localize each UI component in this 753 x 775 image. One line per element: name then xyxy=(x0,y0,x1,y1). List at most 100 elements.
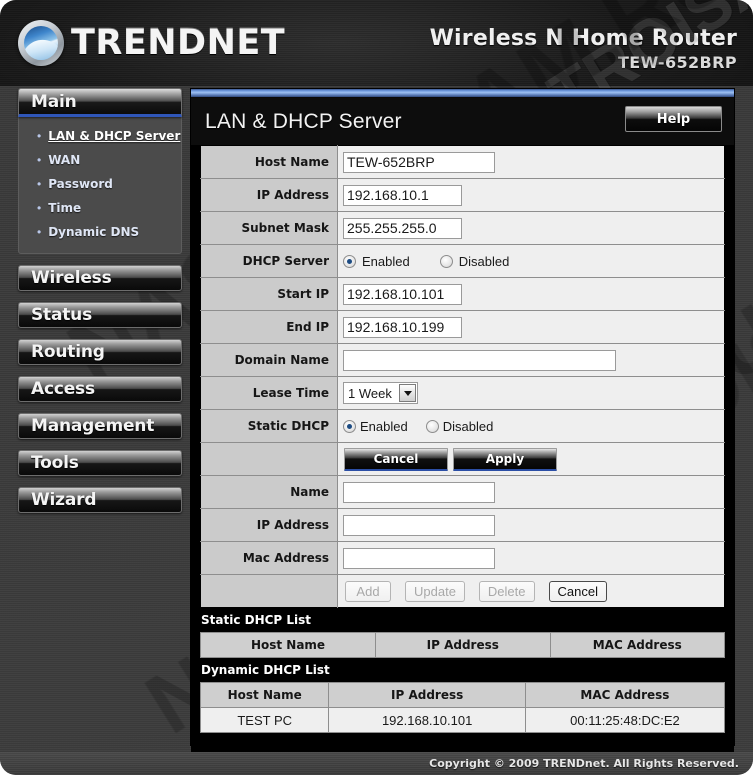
host-name-input[interactable] xyxy=(343,151,495,173)
sidebar-item-status[interactable]: Status xyxy=(18,302,182,328)
dynamic-dhcp-list-title: Dynamic DHCP List xyxy=(191,658,734,682)
form-row-domain-name: Domain Name xyxy=(200,343,725,377)
entry-mac-label: Mac Address xyxy=(200,541,338,575)
cancel-button[interactable]: Cancel xyxy=(344,447,448,471)
lease-time-value: 1 Week xyxy=(348,385,392,401)
bullet-icon: • xyxy=(37,225,42,239)
start-ip-input[interactable] xyxy=(343,283,462,305)
dhcp-server-label: DHCP Server xyxy=(200,244,338,278)
sidebar-submenu-main: • LAN & DHCP Server • WAN • Password • T… xyxy=(18,117,182,254)
panel-header: LAN & DHCP Server Help xyxy=(191,98,734,145)
ip-address-input[interactable] xyxy=(343,184,462,206)
help-button-label: Help xyxy=(656,111,691,127)
chevron-down-icon xyxy=(399,384,416,402)
subnet-mask-input[interactable] xyxy=(343,217,462,239)
dhcp-server-disabled-radio[interactable] xyxy=(439,254,453,268)
add-button-label: Add xyxy=(356,583,380,599)
sidebar-item-wizard[interactable]: Wizard xyxy=(18,487,182,513)
host-name-label: Host Name xyxy=(200,145,338,179)
settings-table: Host Name IP Address Subnet Mask xyxy=(200,145,725,608)
static-dhcp-list-title: Static DHCP List xyxy=(191,608,734,632)
product-line: Wireless N Home Router xyxy=(429,26,737,51)
update-button-label: Update xyxy=(414,583,456,599)
product-model: TEW-652BRP xyxy=(617,53,737,72)
submenu-item-label: Time xyxy=(48,201,82,215)
brand-name: TRENDNET xyxy=(71,23,286,63)
static-dhcp-radio-group: Enabled Disabled xyxy=(343,419,723,434)
form-row-entry-actions: Add Update Delete Cancel xyxy=(200,574,725,608)
sidebar-item-label: Routing xyxy=(31,342,105,362)
entry-mac-input[interactable] xyxy=(343,547,495,569)
sidebar-item-label: Tools xyxy=(31,453,79,473)
submenu-item-label: LAN & DHCP Server xyxy=(48,129,181,143)
sidebar-item-lan-dhcp-server[interactable]: • LAN & DHCP Server xyxy=(19,124,181,148)
add-button[interactable]: Add xyxy=(345,580,391,602)
lan-dhcp-form: Host Name IP Address Subnet Mask xyxy=(191,145,734,608)
dynamic-cell-ip-address: 192.168.10.101 xyxy=(328,707,526,733)
dynamic-cell-host-name: TEST PC xyxy=(199,707,330,733)
product-identity: Wireless N Home Router TEW-652BRP xyxy=(430,26,737,72)
router-admin-window: TRENDNET Wireless N Home Router TEW-652B… xyxy=(0,0,753,775)
delete-button-label: Delete xyxy=(487,583,526,599)
sidebar-nav: Main • LAN & DHCP Server • WAN • Passwor… xyxy=(18,88,182,524)
start-ip-label: Start IP xyxy=(200,277,338,311)
help-button[interactable]: Help xyxy=(625,106,722,132)
static-dhcp-disabled-label: Disabled xyxy=(442,418,494,434)
subnet-mask-label: Subnet Mask xyxy=(200,211,338,245)
entry-cancel-button[interactable]: Cancel xyxy=(548,580,607,602)
table-header-row: Host Name IP Address MAC Address xyxy=(199,632,725,658)
page-title: LAN & DHCP Server xyxy=(205,109,402,133)
sidebar-item-label: Main xyxy=(31,91,77,112)
form-row-entry-ip: IP Address xyxy=(200,508,725,542)
copyright-text: Copyright © 2009 TRENDnet. All Rights Re… xyxy=(429,757,739,770)
sidebar-item-wireless[interactable]: Wireless xyxy=(18,265,182,291)
static-col-mac-address: MAC Address xyxy=(549,632,725,658)
sidebar-item-management[interactable]: Management xyxy=(18,413,182,439)
end-ip-label: End IP xyxy=(200,310,338,344)
trendnet-globe-icon xyxy=(18,20,64,66)
static-dhcp-disabled-radio[interactable] xyxy=(425,419,439,433)
form-row-primary-actions: Cancel Apply xyxy=(200,442,725,476)
static-dhcp-enabled-label: Enabled xyxy=(360,418,408,434)
entry-name-input[interactable] xyxy=(343,481,495,503)
dynamic-dhcp-list-wrap: Host Name IP Address MAC Address TEST PC… xyxy=(191,682,734,733)
sidebar-item-access[interactable]: Access xyxy=(18,376,182,402)
update-button[interactable]: Update xyxy=(405,580,465,602)
dhcp-server-enabled-radio[interactable] xyxy=(343,254,356,268)
dhcp-server-radio-group: Enabled Disabled xyxy=(343,254,723,269)
sidebar-item-wan[interactable]: • WAN xyxy=(19,148,181,172)
form-row-entry-name: Name xyxy=(200,475,725,509)
domain-name-input[interactable] xyxy=(343,349,616,371)
sidebar-item-password[interactable]: • Password xyxy=(19,172,181,196)
sidebar-item-main[interactable]: Main xyxy=(18,88,182,117)
form-row-entry-mac: Mac Address xyxy=(200,541,725,575)
entry-cancel-button-label: Cancel xyxy=(557,583,598,599)
form-row-dhcp-server: DHCP Server Enabled Disabled xyxy=(200,244,725,278)
bullet-icon: • xyxy=(37,177,42,191)
primary-action-buttons: Cancel Apply xyxy=(343,447,723,471)
form-row-static-dhcp: Static DHCP Enabled Disabled xyxy=(200,409,725,443)
form-row-lease-time: Lease Time 1 Week xyxy=(200,376,725,410)
domain-name-label: Domain Name xyxy=(200,343,338,377)
sidebar-item-tools[interactable]: Tools xyxy=(18,450,182,476)
sidebar-item-label: Wireless xyxy=(31,268,112,288)
dynamic-col-mac-address: MAC Address xyxy=(524,682,726,708)
submenu-item-label: Password xyxy=(48,177,113,191)
lease-time-select[interactable]: 1 Week xyxy=(343,382,418,404)
sidebar-item-time[interactable]: • Time xyxy=(19,196,181,220)
entry-action-buttons: Add Update Delete Cancel xyxy=(343,580,723,602)
end-ip-input[interactable] xyxy=(343,316,462,338)
brand-logo: TRENDNET xyxy=(18,20,285,66)
form-row-subnet-mask: Subnet Mask xyxy=(200,211,725,245)
delete-button[interactable]: Delete xyxy=(478,580,535,602)
entry-name-label: Name xyxy=(200,475,338,509)
sidebar-item-dynamic-dns[interactable]: • Dynamic DNS xyxy=(19,220,181,244)
apply-button[interactable]: Apply xyxy=(453,447,557,471)
form-row-host-name: Host Name xyxy=(200,145,725,179)
entry-ip-input[interactable] xyxy=(343,514,495,536)
sidebar-item-routing[interactable]: Routing xyxy=(18,339,182,365)
dhcp-server-enabled-label: Enabled xyxy=(362,253,410,269)
static-dhcp-enabled-radio[interactable] xyxy=(343,419,356,433)
static-dhcp-label: Static DHCP xyxy=(200,409,338,443)
panel-accent-bar xyxy=(191,89,734,98)
